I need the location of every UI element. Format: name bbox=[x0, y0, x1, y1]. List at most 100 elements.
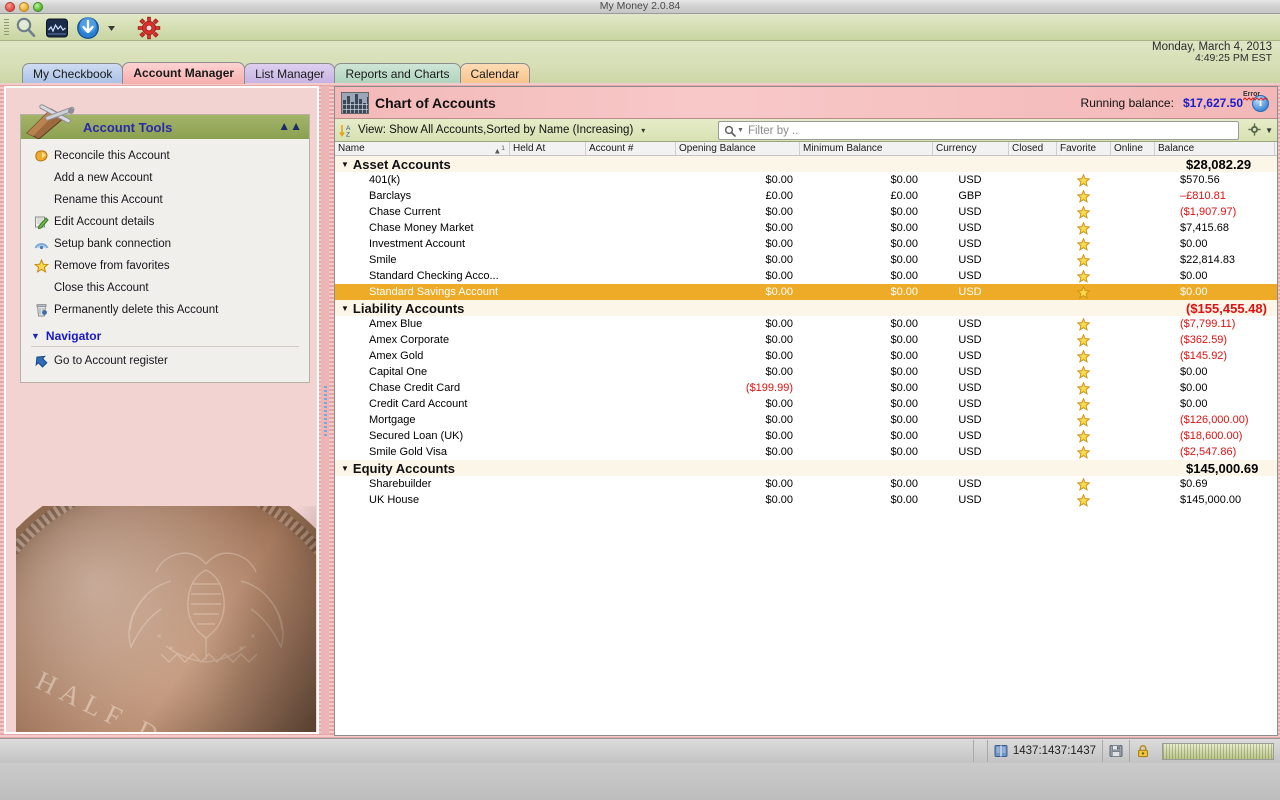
favorite-star-icon[interactable] bbox=[1076, 317, 1090, 331]
group-disclosure-triangle-icon[interactable]: ▼ bbox=[341, 464, 349, 473]
column-header-currency[interactable]: Currency bbox=[933, 142, 1009, 155]
favorite-star-icon[interactable] bbox=[1076, 493, 1090, 507]
cell-favorite[interactable] bbox=[1057, 381, 1109, 395]
cell-favorite[interactable] bbox=[1057, 173, 1109, 187]
favorite-star-icon[interactable] bbox=[1076, 381, 1090, 395]
table-row[interactable]: Capital One $0.00 $0.00 USD $0.00 bbox=[335, 364, 1277, 380]
view-dropdown-icon[interactable]: ▾ bbox=[641, 126, 645, 135]
cell-favorite[interactable] bbox=[1057, 365, 1109, 379]
favorite-star-icon[interactable] bbox=[1076, 269, 1090, 283]
table-row[interactable]: Chase Money Market $0.00 $0.00 USD $7,415.68 bbox=[335, 220, 1277, 236]
tab-calendar[interactable]: Calendar bbox=[459, 63, 531, 84]
column-header-minimum-balance[interactable]: Minimum Balance bbox=[800, 142, 933, 155]
favorite-star-icon[interactable] bbox=[1076, 429, 1090, 443]
filter-gear-icon[interactable] bbox=[1248, 123, 1261, 136]
cell-favorite[interactable] bbox=[1057, 317, 1109, 331]
favorite-star-icon[interactable] bbox=[1076, 477, 1090, 491]
sidebar-item-setup-bank-connection[interactable]: Setup bank connection bbox=[21, 233, 309, 255]
cell-favorite[interactable] bbox=[1057, 285, 1109, 299]
minimize-button[interactable] bbox=[19, 2, 29, 12]
preferences-gear-icon[interactable] bbox=[137, 16, 161, 40]
cell-favorite[interactable] bbox=[1057, 493, 1109, 507]
favorite-star-icon[interactable] bbox=[1076, 221, 1090, 235]
column-header-name[interactable]: Name ▲1 bbox=[335, 142, 510, 155]
sidebar-item-close-this-account[interactable]: Close this Account bbox=[21, 277, 309, 299]
maximize-button[interactable] bbox=[33, 2, 43, 12]
table-row[interactable]: UK House $0.00 $0.00 USD $145,000.00 bbox=[335, 492, 1277, 508]
tab-my-checkbook[interactable]: My Checkbook bbox=[22, 63, 124, 84]
view-label[interactable]: View: Show All Accounts,Sorted by Name (… bbox=[358, 124, 633, 136]
table-row[interactable]: Standard Savings Account $0.00 $0.00 USD $0.… bbox=[335, 284, 1277, 300]
sidebar-item-edit-account-details[interactable]: Edit Account details bbox=[21, 211, 309, 233]
table-group-row[interactable]: ▼ Liability Accounts ($155,455.48) bbox=[335, 300, 1277, 316]
sidebar-item-reconcile-this-account[interactable]: Reconcile this Account bbox=[21, 145, 309, 167]
close-button[interactable] bbox=[5, 2, 15, 12]
table-row[interactable]: Investment Account $0.00 $0.00 USD $0.00 bbox=[335, 236, 1277, 252]
cell-favorite[interactable] bbox=[1057, 429, 1109, 443]
tab-list-manager[interactable]: List Manager bbox=[244, 63, 336, 84]
search-icon[interactable] bbox=[14, 16, 38, 40]
favorite-star-icon[interactable] bbox=[1076, 173, 1090, 187]
table-row[interactable]: Barclays £0.00 £0.00 GBP –£810.81 bbox=[335, 188, 1277, 204]
search-input[interactable]: ▼ Filter by .. bbox=[718, 121, 1239, 140]
table-row[interactable]: 401(k) $0.00 $0.00 USD $570.56 bbox=[335, 172, 1277, 188]
table-row[interactable]: Amex Gold $0.00 $0.00 USD ($145.92) bbox=[335, 348, 1277, 364]
table-row[interactable]: Chase Credit Card ($199.99) $0.00 USD $0.00 bbox=[335, 380, 1277, 396]
table-row[interactable]: Amex Corporate $0.00 $0.00 USD ($362.59) bbox=[335, 332, 1277, 348]
sidebar-item-remove-from-favorites[interactable]: Remove from favorites bbox=[21, 255, 309, 277]
column-header-opening-balance[interactable]: Opening Balance bbox=[676, 142, 800, 155]
table-row[interactable]: Sharebuilder $0.00 $0.00 USD $0.69 bbox=[335, 476, 1277, 492]
favorite-star-icon[interactable] bbox=[1076, 445, 1090, 459]
sidebar-item-rename-this-account[interactable]: Rename this Account bbox=[21, 189, 309, 211]
table-row[interactable]: Credit Card Account $0.00 $0.00 USD $0.00 bbox=[335, 396, 1277, 412]
favorite-star-icon[interactable] bbox=[1076, 349, 1090, 363]
cell-favorite[interactable] bbox=[1057, 237, 1109, 251]
cell-favorite[interactable] bbox=[1057, 221, 1109, 235]
download-dropdown-icon[interactable] bbox=[107, 16, 116, 40]
cell-favorite[interactable] bbox=[1057, 477, 1109, 491]
cell-favorite[interactable] bbox=[1057, 445, 1109, 459]
table-row[interactable]: Smile Gold Visa $0.00 $0.00 USD ($2,547.86) bbox=[335, 444, 1277, 460]
panel-splitter[interactable] bbox=[321, 86, 329, 734]
column-header-online[interactable]: Online bbox=[1111, 142, 1155, 155]
cell-favorite[interactable] bbox=[1057, 269, 1109, 283]
table-row[interactable]: Amex Blue $0.00 $0.00 USD ($7,799.11) bbox=[335, 316, 1277, 332]
toolbar-grip[interactable] bbox=[4, 19, 9, 36]
cell-favorite[interactable] bbox=[1057, 333, 1109, 347]
cell-favorite[interactable] bbox=[1057, 397, 1109, 411]
navigator-triangle-icon[interactable]: ▼ bbox=[31, 331, 40, 341]
lock-status-cell[interactable] bbox=[1129, 740, 1156, 762]
favorite-star-icon[interactable] bbox=[1076, 365, 1090, 379]
favorite-star-icon[interactable] bbox=[1076, 237, 1090, 251]
table-row[interactable]: Secured Loan (UK) $0.00 $0.00 USD ($18,600.0… bbox=[335, 428, 1277, 444]
favorite-star-icon[interactable] bbox=[1076, 189, 1090, 203]
download-icon[interactable] bbox=[76, 16, 100, 40]
save-status-cell[interactable] bbox=[1102, 740, 1129, 762]
splitter-grip[interactable] bbox=[324, 386, 327, 436]
group-disclosure-triangle-icon[interactable]: ▼ bbox=[341, 160, 349, 169]
table-row[interactable]: Smile $0.00 $0.00 USD $22,814.83 bbox=[335, 252, 1277, 268]
favorite-star-icon[interactable] bbox=[1076, 333, 1090, 347]
tab-reports-and-charts[interactable]: Reports and Charts bbox=[334, 63, 461, 84]
group-disclosure-triangle-icon[interactable]: ▼ bbox=[341, 304, 349, 313]
table-group-row[interactable]: ▼ Asset Accounts $28,082.29 bbox=[335, 156, 1277, 172]
window-controls[interactable] bbox=[5, 2, 43, 12]
favorite-star-icon[interactable] bbox=[1076, 285, 1090, 299]
sidebar-item-go-to-account-register[interactable]: Go to Account register bbox=[31, 350, 309, 372]
favorite-star-icon[interactable] bbox=[1076, 413, 1090, 427]
search-scope-dropdown-icon[interactable]: ▼ bbox=[737, 127, 744, 134]
cell-favorite[interactable] bbox=[1057, 253, 1109, 267]
favorite-star-icon[interactable] bbox=[1076, 205, 1090, 219]
table-group-row[interactable]: ▼ Equity Accounts $145,000.69 bbox=[335, 460, 1277, 476]
sidebar-item-permanently-delete-this-account[interactable]: Permanently delete this Account bbox=[21, 299, 309, 321]
filter-dropdown-icon[interactable]: ▼ bbox=[1265, 126, 1273, 135]
chart-icon[interactable] bbox=[45, 16, 69, 40]
column-header-balance[interactable]: Balance bbox=[1155, 142, 1275, 155]
cell-favorite[interactable] bbox=[1057, 413, 1109, 427]
column-header-account-number[interactable]: Account # bbox=[586, 142, 676, 155]
tab-account-manager[interactable]: Account Manager bbox=[122, 62, 246, 84]
collapse-chevron-icon[interactable]: ▲▲ bbox=[278, 119, 302, 133]
column-header-held-at[interactable]: Held At bbox=[510, 142, 586, 155]
table-row[interactable]: Chase Current $0.00 $0.00 USD ($1,907.97) bbox=[335, 204, 1277, 220]
column-header-closed[interactable]: Closed bbox=[1009, 142, 1057, 155]
